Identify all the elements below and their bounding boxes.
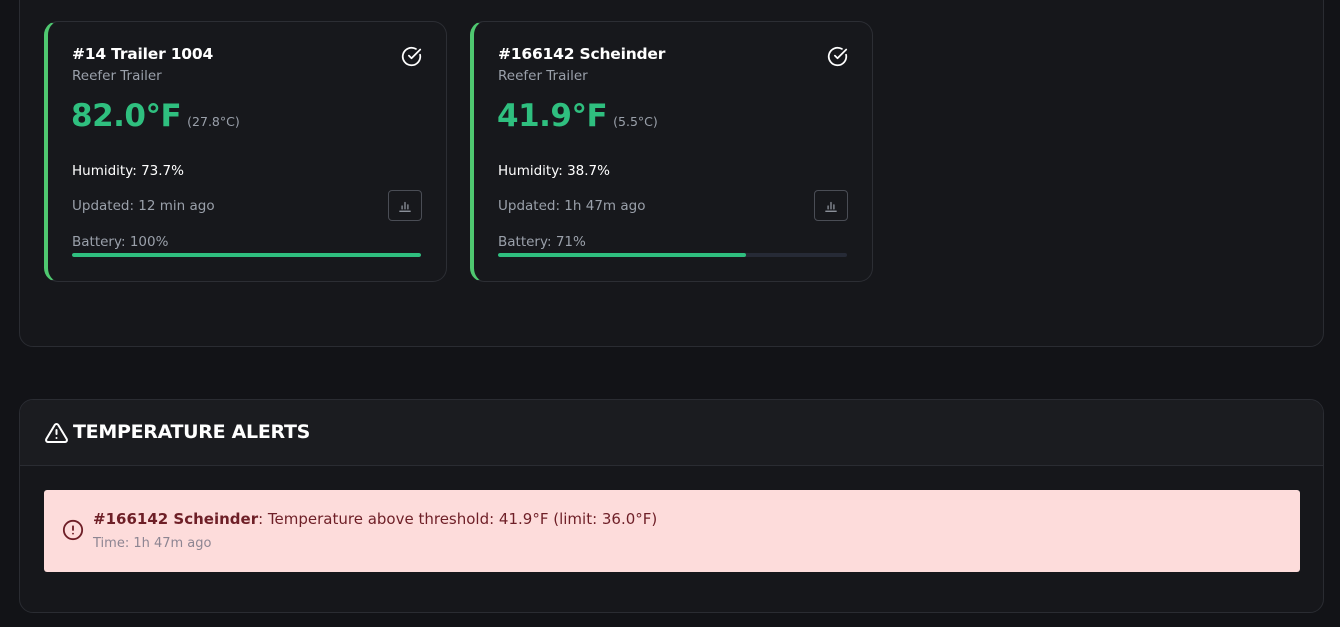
sensor-type: Reefer Trailer (72, 68, 162, 84)
alert-time: Time: 1h 47m ago (93, 536, 212, 551)
view-chart-button[interactable] (814, 190, 848, 221)
check-circle-icon (401, 46, 422, 67)
temperature-fahrenheit: 41.9°F (497, 98, 608, 134)
alert-sensor-name: #166142 Scheinder (93, 510, 259, 528)
alert-circle-icon (62, 519, 84, 541)
alert-message-text: : Temperature above threshold: 41.9°F (l… (258, 510, 658, 528)
humidity-reading: Humidity: 38.7% (498, 163, 610, 179)
alert-item: #166142 Scheinder: Temperature above thr… (44, 490, 1300, 572)
sensor-title: #14 Trailer 1004 (72, 45, 214, 63)
battery-label: Battery: 100% (72, 234, 169, 250)
temperature-celsius: (27.8°C) (187, 114, 240, 129)
view-chart-button[interactable] (388, 190, 422, 221)
sensor-type: Reefer Trailer (498, 68, 588, 84)
battery-bar-fill (72, 253, 421, 257)
temperature-alerts-panel: TEMPERATURE ALERTS #166142 Scheinder: Te… (19, 399, 1324, 613)
alerts-title: TEMPERATURE ALERTS (73, 421, 311, 443)
temperature-fahrenheit: 82.0°F (71, 98, 182, 134)
sensor-card[interactable]: #14 Trailer 1004 Reefer Trailer 82.0°F (… (44, 21, 447, 282)
bar-chart-icon (399, 201, 411, 212)
temperature-reading: 82.0°F (27.8°C) (71, 98, 240, 134)
sensor-card[interactable]: #166142 Scheinder Reefer Trailer 41.9°F … (470, 21, 873, 282)
bar-chart-icon (825, 201, 837, 212)
sensor-title: #166142 Scheinder (498, 45, 666, 63)
check-circle-icon (827, 46, 848, 67)
temperature-reading: 41.9°F (5.5°C) (497, 98, 658, 134)
humidity-reading: Humidity: 73.7% (72, 163, 184, 179)
battery-label: Battery: 71% (498, 234, 586, 250)
battery-bar (72, 253, 421, 257)
updated-time: Updated: 12 min ago (72, 198, 215, 214)
battery-bar-fill (498, 253, 746, 257)
temperature-celsius: (5.5°C) (613, 114, 658, 129)
warning-triangle-icon (45, 422, 68, 443)
alert-message: #166142 Scheinder: Temperature above thr… (93, 510, 657, 528)
updated-time: Updated: 1h 47m ago (498, 198, 646, 214)
battery-bar (498, 253, 847, 257)
alerts-header: TEMPERATURE ALERTS (20, 400, 1323, 466)
